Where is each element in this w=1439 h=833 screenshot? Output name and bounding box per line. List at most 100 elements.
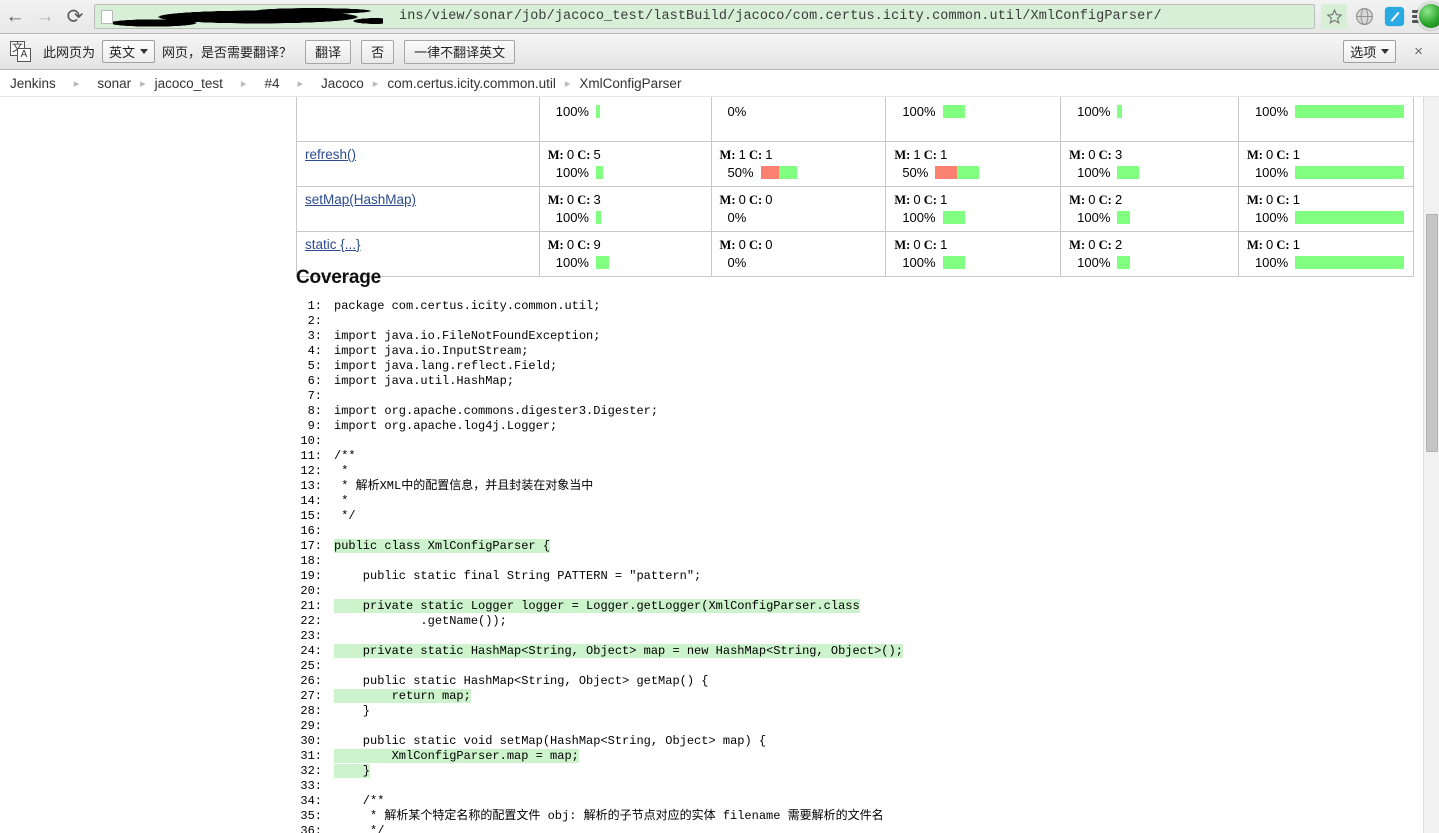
source-line-code: import java.lang.reflect.Field; [334,359,558,373]
missed-covered-counts: M: 0 C: 3 [1069,147,1123,162]
line-number: 10: [300,434,322,448]
source-line-code: /** [334,794,385,808]
redacted-url-region [113,6,383,28]
coverage-percent: 50% [727,165,754,180]
coverage-bar [1295,105,1405,118]
method-link[interactable]: refresh() [305,147,356,162]
translate-button[interactable]: 翻译 [305,39,352,64]
line-number: 1: [307,299,322,313]
source-line: 6: import java.util.HashMap; [296,374,903,389]
line-number: 15: [300,509,322,523]
globe-extension-icon[interactable] [1349,0,1379,34]
coverage-metric-cell: 100% [1060,97,1239,142]
browser-toolbar: ← → ⟳ ins/view/sonar/job/jacoco_test/las… [0,0,1439,34]
translate-options-label: 选项 [1350,45,1377,60]
page-content: 100% 0% 100% 100% 100% refresh() M: 0 C: 5 100%… [0,97,1423,833]
coverage-percent: 100% [555,210,589,225]
bookmark-star-icon[interactable] [1321,4,1347,29]
line-number: 31: [300,749,322,763]
missed-covered-counts: M: 0 C: 1 [1246,192,1300,207]
coverage-percent: 100% [902,210,936,225]
source-line-code: * [334,494,349,508]
chevron-right-icon: ▸ [564,77,571,90]
breadcrumb-item-build[interactable]: #4 [260,76,283,91]
translate-decline-button[interactable]: 否 [361,39,395,64]
coverage-bar [1117,166,1140,179]
address-bar[interactable]: ins/view/sonar/job/jacoco_test/lastBuild… [94,4,1315,29]
source-line-code: */ [334,509,356,523]
green-status-orb-icon[interactable] [1417,2,1439,30]
translate-never-button[interactable]: 一律不翻译英文 [404,39,516,64]
source-line-code: /** [334,449,356,463]
missed-covered-counts: M: 0 C: 1 [1246,147,1300,162]
method-link[interactable]: setMap(HashMap) [305,192,416,207]
line-number: 17: [300,539,322,553]
source-line: 11: /** [296,449,903,464]
back-arrow-icon[interactable]: ← [0,0,30,34]
source-line-code: import java.io.FileNotFoundException; [334,329,601,343]
source-line-code: public static HashMap<String, Object> ge… [334,674,709,688]
table-row: setMap(HashMap) M: 0 C: 3 100% M: 0 C: 0 0% M… [296,186,1415,232]
coverage-percent: 100% [1077,104,1111,119]
line-number: 32: [300,764,322,778]
coverage-bar [1117,105,1123,118]
line-number: 3: [307,329,322,343]
source-line: 35: * 解析某个特定名称的配置文件 obj: 解析的子节点对应的实体 fil… [296,809,903,824]
coverage-percent: 100% [1254,210,1289,225]
source-line: 25: [296,659,903,674]
table-row: static {...} M: 0 C: 9 100% M: 0 C: 0 0% M: 0… [296,231,1415,277]
source-line: 5: import java.lang.reflect.Field; [296,359,903,374]
line-number: 13: [300,479,322,493]
line-number: 23: [300,629,322,643]
coverage-bar [1295,256,1405,269]
coverage-metric-cell: M: 0 C: 2 100% [1060,186,1239,232]
missed-covered-counts: M: 0 C: 0 [719,237,773,252]
source-line: 28: } [296,704,903,719]
forward-arrow-icon[interactable]: → [30,0,60,34]
translate-language-select[interactable]: 英文 [102,40,156,63]
coverage-bar [935,166,980,179]
line-number: 24: [300,644,322,658]
source-line: 21: private static Logger logger = Logge… [296,599,903,614]
coverage-metric-cell: M: 0 C: 5 100% [538,141,712,187]
breadcrumb-item-jacoco-test[interactable]: jacoco_test [151,76,227,91]
translate-icon-glyph-bottom: A [17,47,31,62]
source-line: 12: * [296,464,903,479]
chevron-right-icon: ▸ [297,77,304,90]
translate-icon: 文 A [10,40,32,63]
coverage-percent: 100% [1077,210,1111,225]
coverage-metric-cell: 100% [885,97,1062,142]
page-scrollbar[interactable] [1423,97,1439,833]
chevron-right-icon: ▸ [372,77,379,90]
line-number: 12: [300,464,322,478]
pen-extension-icon[interactable] [1379,0,1409,34]
line-number: 18: [300,554,322,568]
source-line-code: import org.apache.log4j.Logger; [334,419,558,433]
translate-options-button[interactable]: 选项 [1343,40,1397,63]
breadcrumb-item-jacoco[interactable]: Jacoco [317,76,368,91]
line-number: 7: [307,389,322,403]
method-link[interactable]: static {...} [305,237,361,252]
line-number: 16: [300,524,322,538]
line-number: 27: [300,689,322,703]
source-line: 22: .getName()); [296,614,903,629]
scrollbar-thumb[interactable] [1426,214,1438,452]
breadcrumb-item-package[interactable]: com.certus.icity.common.util [383,76,560,91]
line-number: 6: [307,374,322,388]
source-line: 34: /** [296,794,903,809]
breadcrumb-item-sonar[interactable]: sonar [93,76,135,91]
reload-icon[interactable]: ⟳ [60,0,90,34]
source-line: 26: public static HashMap<String, Object… [296,674,903,689]
page-info-icon[interactable] [101,9,113,24]
breadcrumb-item-jenkins[interactable]: Jenkins [6,76,60,91]
line-number: 9: [307,419,322,433]
coverage-percent: 100% [1254,165,1289,180]
coverage-bar [595,256,609,269]
source-line-code: import org.apache.commons.digester3.Dige… [334,404,659,418]
coverage-percent: 100% [1077,255,1111,270]
source-line-code: return map; [334,689,471,703]
coverage-metric-cell: 100% [538,97,712,142]
source-code-listing: 1: package com.certus.icity.common.util; 2… [296,299,903,833]
translate-close-icon[interactable]: × [1400,43,1433,60]
coverage-percent: 100% [555,165,589,180]
